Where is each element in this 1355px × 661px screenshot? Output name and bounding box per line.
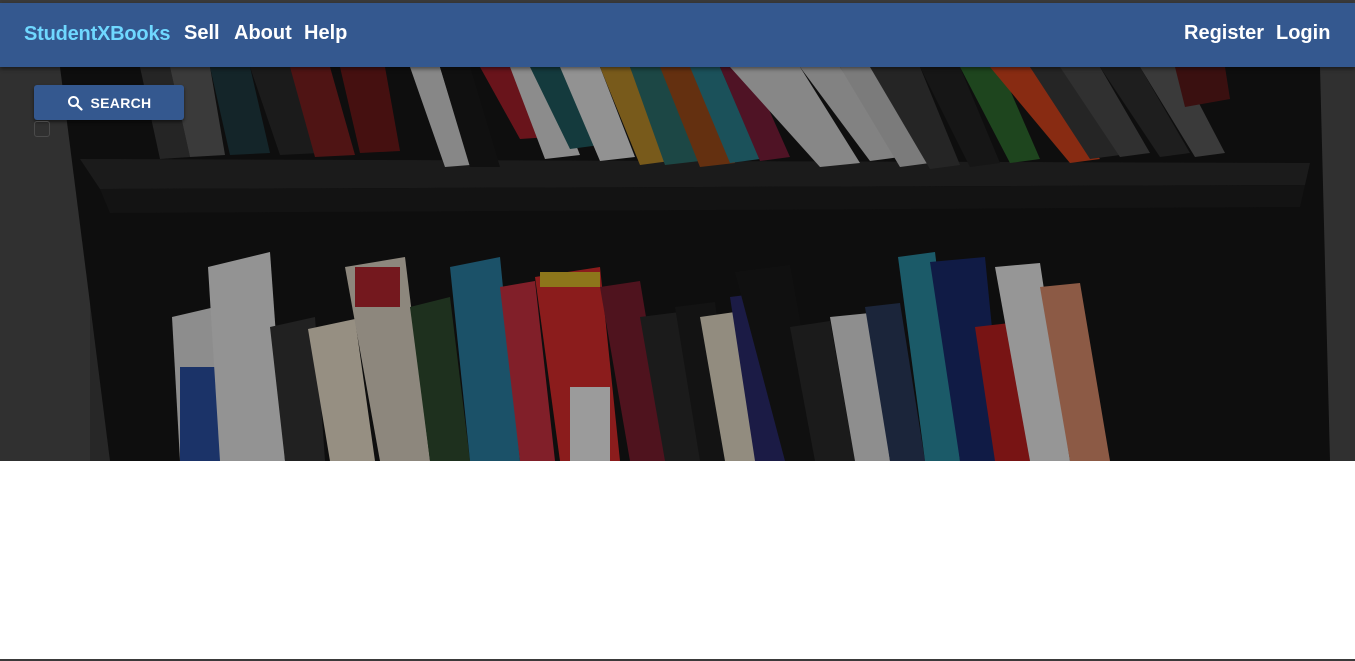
register-link[interactable]: Register [1184,22,1264,45]
nav-link-sell[interactable]: Sell [184,22,220,45]
login-link[interactable]: Login [1276,22,1330,45]
nav-link-about[interactable]: About [234,22,292,45]
search-button-label: SEARCH [90,94,152,111]
hero-bookshelf-banner [0,67,1355,461]
search-panel-toggle[interactable] [34,121,50,137]
top-navbar: StudentXBooks Sell About Help Register L… [0,3,1355,67]
bookshelf-photo [0,67,1355,461]
nav-link-help[interactable]: Help [304,22,347,45]
search-button[interactable]: SEARCH [34,85,184,120]
search-icon [67,95,83,111]
brand-logo-link[interactable]: StudentXBooks [24,23,170,46]
